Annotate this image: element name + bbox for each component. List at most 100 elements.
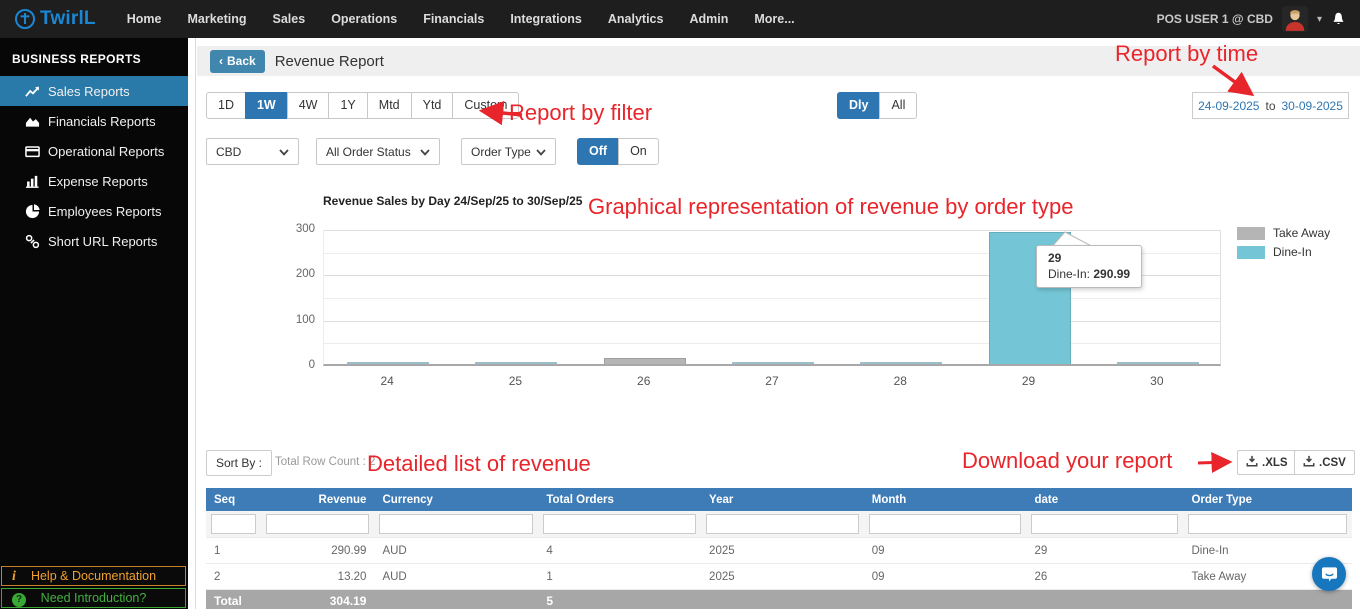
switch-button-on[interactable]: On	[618, 138, 659, 165]
sidebar-item-label: Employees Reports	[48, 203, 162, 219]
chevron-down-icon[interactable]: ▾	[1317, 14, 1322, 25]
column-filter-input-month[interactable]	[868, 514, 1022, 534]
sidebar-item-operational-reports[interactable]: Operational Reports	[0, 136, 188, 166]
nav-item-admin[interactable]: Admin	[676, 12, 741, 26]
legend-item-dine-in[interactable]: Dine-In	[1237, 245, 1330, 259]
range-button-1w[interactable]: 1W	[244, 92, 288, 119]
switch-button-off[interactable]: Off	[577, 138, 620, 165]
sidebar-item-financials-reports[interactable]: Financials Reports	[0, 106, 188, 136]
line-chart-icon	[25, 84, 40, 99]
chat-launcher-button[interactable]	[1312, 557, 1346, 591]
chart-title: Revenue Sales by Day 24/Sep/25 to 30/Sep…	[323, 194, 583, 208]
cell: 1	[538, 563, 702, 590]
nav-item-analytics[interactable]: Analytics	[595, 12, 677, 26]
sidebar-item-sales-reports[interactable]: Sales Reports	[0, 76, 188, 106]
sidebar-item-short-url-reports[interactable]: Short URL Reports	[0, 226, 188, 256]
onoff-toggle-group: Off On	[577, 138, 659, 165]
gridline-100	[324, 320, 1220, 322]
bar-take-away-26[interactable]	[604, 358, 686, 364]
nav-item-operations[interactable]: Operations	[318, 12, 410, 26]
location-select[interactable]: CBD	[206, 138, 299, 165]
sort-by-button[interactable]: Sort By :	[206, 450, 273, 476]
nav-item-financials[interactable]: Financials	[410, 12, 497, 26]
nav-item-sales[interactable]: Sales	[260, 12, 319, 26]
range-button-mtd[interactable]: Mtd	[366, 92, 412, 119]
sidebar-item-label: Sales Reports	[48, 83, 130, 99]
nav-item-more[interactable]: More...	[741, 12, 807, 26]
chart-x-axis: 24 25 26 27 28 29 30	[323, 374, 1221, 388]
column-filter-input-seq[interactable]	[211, 514, 256, 534]
bar-zero-24[interactable]	[347, 362, 429, 364]
date-to-field[interactable]: 30-09-2025	[1282, 99, 1343, 113]
total-cell	[1183, 589, 1352, 609]
range-button-ytd[interactable]: Ytd	[410, 92, 454, 119]
top-navbar: TwirlL Home Marketing Sales Operations Finan…	[0, 0, 1360, 38]
brand-logo[interactable]: TwirlL	[14, 8, 96, 30]
need-introduction-link[interactable]: ? Need Introduction?	[1, 588, 186, 608]
range-button-1y[interactable]: 1Y	[328, 92, 368, 119]
column-filter-input-year[interactable]	[706, 514, 859, 534]
sidebar-item-label: Short URL Reports	[48, 233, 158, 249]
column-filter-input-revenue[interactable]	[266, 514, 370, 534]
annotation-chart: Graphical representation of revenue by o…	[588, 194, 1074, 219]
cell: AUD	[374, 537, 539, 564]
nav-item-home[interactable]: Home	[114, 12, 175, 26]
bar-zero-27[interactable]	[732, 362, 814, 364]
back-button[interactable]: ‹ Back	[210, 49, 265, 73]
nav-item-integrations[interactable]: Integrations	[497, 12, 595, 26]
cell: 290.99	[261, 537, 375, 564]
column-header-date: date	[1026, 488, 1184, 511]
range-button-4w[interactable]: 4W	[286, 92, 330, 119]
nav-item-marketing[interactable]: Marketing	[174, 12, 259, 26]
table-total-row: Total 304.19 5	[206, 589, 1352, 609]
y-tick-label: 200	[295, 268, 315, 281]
annotation-report-by-filter: Report by filter	[509, 100, 653, 125]
column-header-revenue: Revenue	[261, 488, 375, 511]
notifications-bell-icon[interactable]	[1331, 11, 1346, 27]
column-filter-input-total-orders[interactable]	[543, 514, 697, 534]
order-status-select[interactable]: All Order Status	[316, 138, 440, 165]
cell: 26	[1026, 563, 1184, 590]
sidebar-item-employees-reports[interactable]: Employees Reports	[0, 196, 188, 226]
cell: 29	[1026, 537, 1184, 564]
sidebar-items: Sales Reports Financials Reports Operation…	[0, 76, 188, 256]
chevron-down-icon	[279, 145, 289, 159]
tooltip-category: 29	[1048, 251, 1062, 265]
bar-zero-25[interactable]	[475, 362, 557, 364]
export-csv-button[interactable]: .CSV	[1294, 450, 1355, 475]
legend-item-take-away[interactable]: Take Away	[1237, 226, 1330, 240]
filter-cell	[538, 511, 702, 538]
date-from-field[interactable]: 24-09-2025	[1198, 99, 1259, 113]
filter-cell	[863, 511, 1027, 538]
column-filter-input-date[interactable]	[1031, 514, 1179, 534]
column-header-total-orders: Total Orders	[538, 488, 702, 511]
x-tick-label: 29	[1021, 374, 1036, 388]
sidebar: BUSINESS REPORTS Sales Reports Financials…	[0, 38, 188, 609]
sidebar-item-expense-reports[interactable]: Expense Reports	[0, 166, 188, 196]
order-type-select[interactable]: Order Type	[461, 138, 556, 165]
cell: 4	[538, 537, 702, 564]
column-filter-input-order-type[interactable]	[1188, 514, 1347, 534]
y-tick-label: 0	[308, 359, 315, 371]
cell: 2025	[701, 537, 864, 564]
chart-y-axis: 0 100 200 300	[281, 223, 315, 371]
granularity-button-dly[interactable]: Dly	[837, 92, 881, 119]
area-chart-icon	[25, 114, 40, 129]
sidebar-divider	[188, 38, 196, 609]
user-menu-label[interactable]: POS USER 1 @ CBD	[1157, 12, 1273, 26]
range-button-1d[interactable]: 1D	[206, 92, 246, 119]
granularity-button-all[interactable]: All	[879, 92, 918, 119]
avatar[interactable]	[1281, 6, 1308, 32]
x-tick-label: 30	[1150, 374, 1164, 388]
bar-zero-28[interactable]	[860, 362, 942, 364]
table-header-row: Seq Revenue Currency Total Orders Year Month d…	[206, 488, 1352, 511]
date-separator: to	[1265, 98, 1276, 113]
total-cell: 304.19	[261, 589, 375, 609]
column-filter-input-currency[interactable]	[379, 514, 534, 534]
cell: 09	[863, 537, 1027, 564]
help-documentation-link[interactable]: i Help & Documentation	[1, 566, 186, 586]
total-cell	[863, 589, 1027, 609]
export-xls-button[interactable]: .XLS	[1237, 450, 1297, 475]
column-header-seq: Seq	[206, 488, 261, 511]
bar-zero-30[interactable]	[1117, 362, 1199, 364]
